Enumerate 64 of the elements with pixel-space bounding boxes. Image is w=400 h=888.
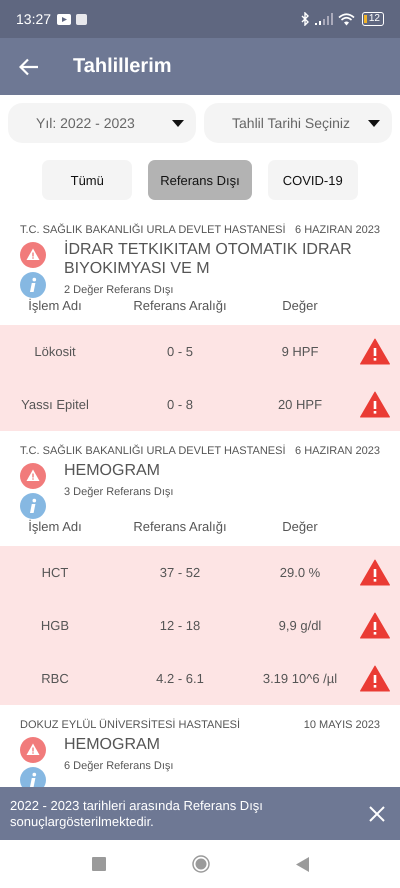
info-icon[interactable] (20, 272, 46, 298)
table-cell-text: HGB (40, 618, 70, 633)
test-title: HEMOGRAM (64, 735, 161, 754)
table-cell-text: Lökosit (33, 344, 77, 359)
table-cell-text: RBC (40, 671, 70, 686)
wifi-icon (338, 12, 355, 26)
info-icon[interactable] (20, 493, 46, 519)
status-time: 13:27 (16, 11, 52, 27)
warning-icon (20, 737, 46, 763)
column-header: Değer (281, 298, 319, 313)
snackbar-message: 2022 - 2023 tarihleri arasında Referans Dışı sonuçlargösterilmektedir. (10, 798, 264, 830)
column-header: Referans Aralığı (132, 298, 228, 313)
dropdown[interactable]: Tahlil Tarihi Seçiniz (204, 103, 392, 143)
table-cell-text: 37 - 52 (158, 565, 202, 580)
warning-icon (360, 391, 390, 418)
filter-chip[interactable]: COVID-19 (268, 160, 358, 200)
close-icon[interactable] (369, 806, 385, 822)
warning-icon (20, 463, 46, 489)
warning-icon (360, 338, 390, 365)
table-cell-text: 4.2 - 6.1 (155, 671, 205, 686)
warning-icon (20, 242, 46, 268)
page-title: Tahlillerim (73, 55, 172, 78)
test-title: İDRAR TETKIKITAM OTOMATIK IDRAR BIYOKIMYASI VE M (64, 240, 353, 278)
column-header: İşlem Adı (27, 298, 83, 313)
result-date: 6 HAZIRAN 2023 (295, 224, 380, 236)
hospital-name: T.C. SAĞLIK BAKANLIĞI URLA DEVLET HASTANESİ (20, 445, 286, 457)
table-cell-text: 20 HPF (276, 397, 324, 412)
table-cell-text: 3.19 10^6 /µl (262, 671, 338, 686)
filter-chip[interactable]: Tümü (42, 160, 132, 200)
bluetooth-icon (300, 12, 310, 26)
table-cell-text: Yassı Epitel (20, 397, 90, 412)
result-date: 6 HAZIRAN 2023 (295, 445, 380, 457)
dropdown[interactable]: Yıl: 2022 - 2023 (8, 103, 196, 143)
table-cell-text: 9 HPF (280, 344, 320, 359)
warning-icon (360, 612, 390, 639)
out-of-range-count: 3 Değer Referans Dışı (64, 486, 174, 498)
signal-icon (314, 13, 333, 25)
warning-icon (360, 665, 390, 692)
table-cell-text: 29.0 % (278, 565, 322, 580)
out-of-range-count: 2 Değer Referans Dışı (64, 284, 174, 296)
battery-indicator: 12 (362, 12, 384, 26)
back-arrow-icon[interactable] (19, 58, 39, 76)
filter-chip[interactable]: Referans Dışı (148, 160, 252, 200)
recents-icon[interactable] (92, 857, 106, 871)
home-icon[interactable] (192, 855, 210, 873)
out-of-range-count: 6 Değer Referans Dışı (64, 760, 174, 772)
test-title: HEMOGRAM (64, 461, 161, 480)
column-header: Değer (281, 519, 319, 534)
result-date: 10 MAYIS 2023 (304, 719, 380, 731)
video-icon (57, 14, 72, 24)
column-header: Referans Aralığı (132, 519, 228, 534)
table-cell-text: 12 - 18 (158, 618, 202, 633)
back-icon[interactable] (296, 856, 308, 872)
hospital-name: T.C. SAĞLIK BAKANLIĞI URLA DEVLET HASTANESİ (20, 224, 286, 236)
table-cell-text: 9,9 g/dl (278, 618, 322, 633)
table-cell-text: HCT (40, 565, 70, 580)
hospital-name: DOKUZ EYLÜL ÜNİVERSİTESİ HASTANESİ (20, 719, 240, 731)
table-cell-text: 0 - 8 (166, 397, 194, 412)
caret-icon (368, 120, 380, 126)
warning-icon (360, 559, 390, 586)
table-cell-text: 0 - 5 (166, 344, 194, 359)
notification-icon (76, 14, 88, 24)
caret-icon (172, 120, 184, 126)
column-header: İşlem Adı (27, 519, 83, 534)
